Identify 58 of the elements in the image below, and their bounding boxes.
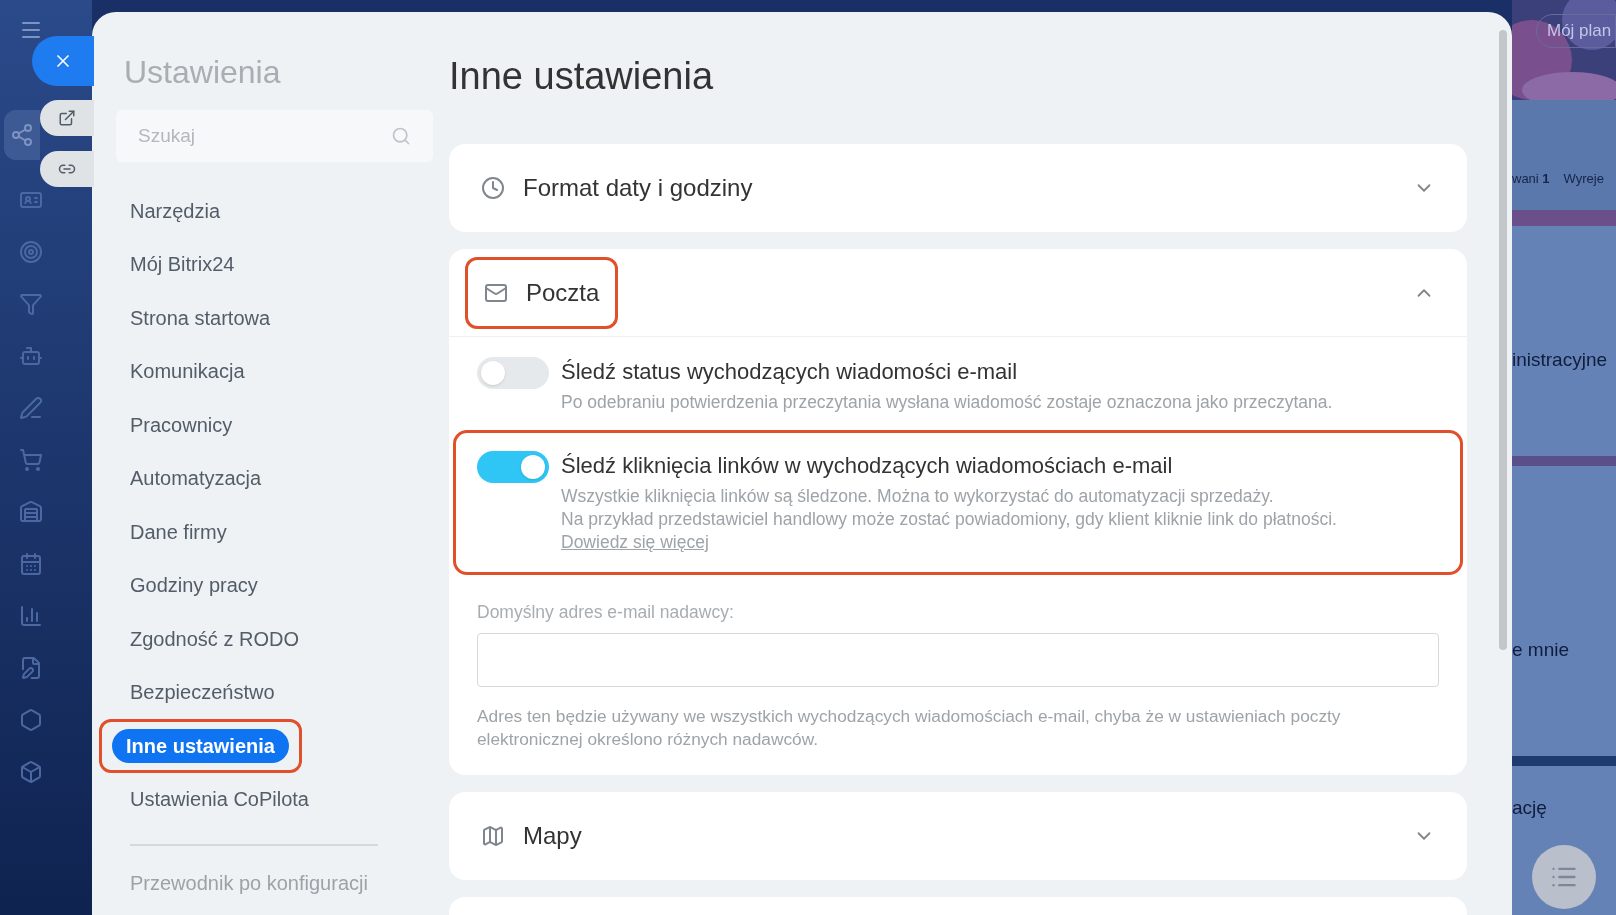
clock-icon (481, 176, 505, 200)
close-button[interactable] (32, 36, 94, 86)
section-title: Mapy (523, 821, 582, 852)
copy-link-button[interactable] (40, 151, 94, 187)
nav-item[interactable]: Inne ustawienia (112, 728, 289, 763)
search-icon[interactable] (391, 126, 411, 146)
calendar-icon[interactable] (19, 552, 43, 576)
cube-icon[interactable] (19, 760, 43, 784)
background-tab-label: Wyreje (1563, 169, 1604, 188)
settings-title: Ustawienia (123, 53, 282, 92)
cart-icon[interactable] (19, 448, 43, 472)
nav-item[interactable]: Automatyzacja (116, 461, 276, 496)
section-header[interactable]: Poczta (449, 249, 1467, 337)
target-icon[interactable] (19, 240, 43, 264)
toggle-switch[interactable] (477, 357, 549, 389)
search-placeholder: Szukaj (138, 123, 196, 148)
option-description: Po odebraniu potwierdzenia przeczytania wysłana wiadomość zostaje oznaczona jako przeczytana. (561, 391, 1333, 414)
nav-item[interactable]: Narzędzia (116, 193, 235, 228)
toggle-switch[interactable] (477, 451, 549, 483)
pen-icon[interactable] (19, 396, 43, 420)
section-title: Poczta (526, 277, 600, 308)
nav-item[interactable]: Mój Bitrix24 (116, 247, 249, 282)
option-description: Wszystkie kliknięcia linków są śledzone. Można to wykorzystać do automatyzacji sprzedaży. (561, 485, 1275, 508)
email-input-field[interactable] (477, 633, 1439, 688)
background-text: e mnie (1512, 639, 1570, 660)
background-text: inistracyjne (1512, 349, 1608, 370)
filter-icon[interactable] (19, 292, 43, 316)
map-icon (481, 824, 505, 849)
nav-item[interactable]: Dane firmy (116, 514, 241, 549)
hexagon-icon[interactable] (19, 708, 43, 732)
robot-icon[interactable] (19, 344, 43, 368)
option-title: Śledź kliknięcia linków w wychodzących wiadomościach e-mail (561, 452, 1174, 480)
external-link-icon (58, 109, 76, 127)
bar-chart-icon[interactable] (19, 604, 43, 628)
document-edit-icon[interactable] (19, 656, 43, 680)
nav-item[interactable]: Godziny pracy (116, 568, 272, 603)
open-external-button[interactable] (40, 100, 94, 136)
section-header[interactable]: Mapy (449, 792, 1467, 881)
section-title: Format daty i godziny (523, 173, 753, 203)
option-title: Śledź status wychodzących wiadomości e-mail (561, 358, 1019, 386)
nav-item[interactable]: Strona startowa (116, 300, 285, 335)
background-text: ację (1512, 797, 1547, 818)
nav-item[interactable]: Komunikacja (116, 354, 259, 389)
share-nodes-icon (10, 123, 34, 147)
nav-item[interactable]: Ustawienia CoPilota (116, 782, 323, 817)
scrollbar[interactable] (1499, 30, 1507, 650)
background-tab-label: wani 1 (1512, 169, 1550, 188)
nav-item[interactable]: Zgodność z RODO (116, 621, 313, 656)
sidebar-active-item[interactable] (4, 110, 40, 160)
warehouse-icon[interactable] (19, 500, 43, 524)
field-label: Domyślny adres e-mail nadawcy: (477, 601, 735, 624)
field-hint: Adres ten będzie używany we wszystkich wychodzących wiadomościach e-mail, chyba że w ustawieniach poczty elektronicznej określono różnych nadawców. (477, 705, 1342, 752)
plan-button[interactable]: Mój plan (1536, 14, 1616, 48)
option-description: Na przykład przedstawiciel handlowy może zostać powiadomiony, gdy klient kliknie link do płatności. Dowiedz się więcej (561, 508, 1338, 554)
nav-item[interactable]: Pracownicy (116, 407, 247, 442)
nav-item[interactable]: Bezpieczeństwo (116, 675, 289, 710)
page-title: Inne ustawienia (449, 54, 715, 99)
section-header[interactable]: Format daty i godziny (449, 144, 1467, 232)
